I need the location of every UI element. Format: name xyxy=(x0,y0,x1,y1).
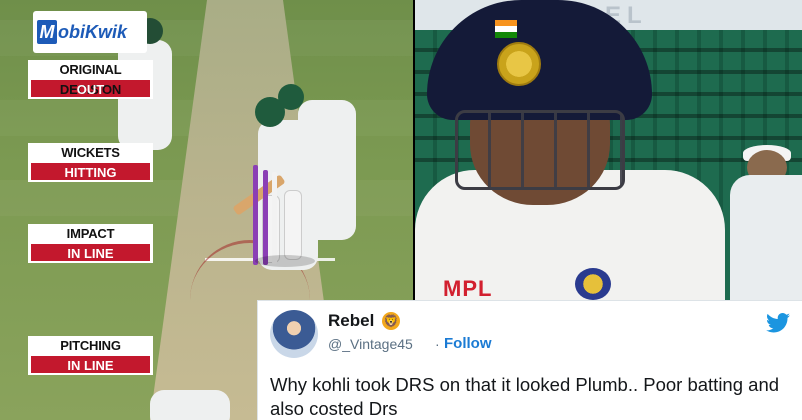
lion-emoji-icon: 🦁 xyxy=(382,312,400,330)
batsman-pad xyxy=(284,190,302,260)
drs-value: IN LINE xyxy=(28,356,153,375)
drs-label: ORIGINAL DECISION xyxy=(28,60,153,97)
drs-label: WICKETS xyxy=(28,143,153,163)
stump xyxy=(253,165,258,265)
stump xyxy=(272,172,277,264)
india-flag-icon xyxy=(495,20,517,38)
drs-label: IMPACT xyxy=(28,224,153,244)
avatar[interactable] xyxy=(270,310,318,358)
umpire-shirt xyxy=(730,175,802,300)
shadow xyxy=(255,255,315,267)
drs-row-impact: IMPACT IN LINE xyxy=(28,224,153,263)
batsman-photo: AACEL MPL xyxy=(415,0,802,300)
bowler xyxy=(150,390,230,420)
tweet-handle[interactable]: @_Vintage45 xyxy=(328,336,413,352)
tweet-text: Why kohli took DRS on that it looked Plu… xyxy=(270,374,780,419)
follow-button[interactable]: Follow xyxy=(444,335,492,352)
mobikwik-logo-mark: M xyxy=(37,20,57,44)
mobikwik-logo-text: obiKwik xyxy=(58,21,128,42)
bcci-badge-icon xyxy=(497,42,541,86)
separator: · xyxy=(435,336,440,352)
helmet-grille xyxy=(455,110,625,190)
stump xyxy=(263,170,268,265)
tweet-display-name[interactable]: Rebel xyxy=(328,311,374,331)
drs-row-wickets: WICKETS HITTING xyxy=(28,143,153,182)
batsman-helmet xyxy=(255,97,285,127)
tweet-card[interactable]: Rebel 🦁 @_Vintage45 · Follow Why kohli t… xyxy=(257,300,802,420)
mobikwik-logo: M obiKwik xyxy=(33,11,147,53)
drs-label: PITCHING xyxy=(28,336,153,356)
bcci-logo-icon xyxy=(575,268,611,300)
shirt-sponsor: MPL xyxy=(443,276,493,300)
twitter-bird-icon[interactable] xyxy=(766,313,790,333)
drs-value: OUT xyxy=(28,80,153,99)
drs-row-pitching: PITCHING IN LINE xyxy=(28,336,153,375)
drs-row-original-decision: ORIGINAL DECISION OUT xyxy=(28,60,153,99)
drs-value: HITTING xyxy=(28,163,153,182)
drs-value: IN LINE xyxy=(28,244,153,263)
